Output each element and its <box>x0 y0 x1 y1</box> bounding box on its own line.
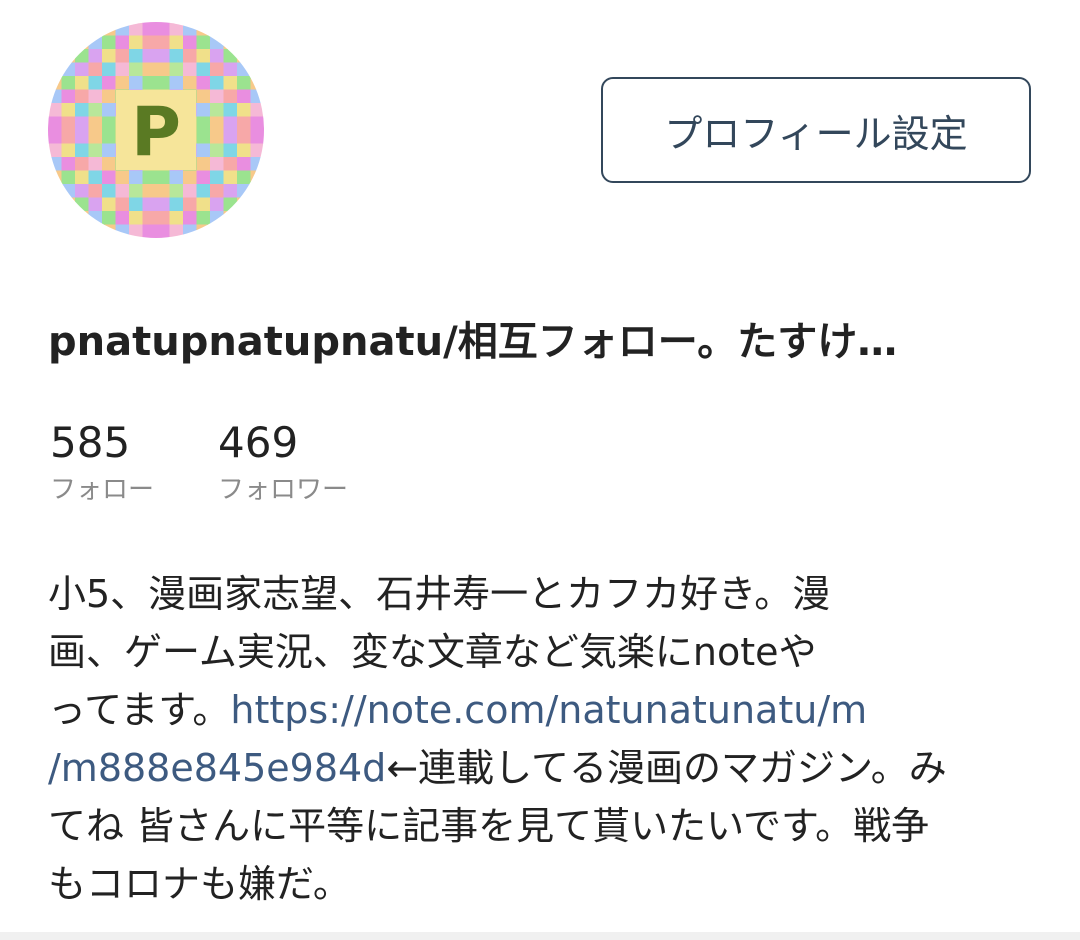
avatar-letter: P <box>131 93 181 172</box>
bio-line: てね 皆さんに平等に記事を見て貰いたいです。戦争 <box>48 804 930 848</box>
bio-line: /m888e845e984d←連載してる漫画のマガジン。み <box>48 739 1038 797</box>
bio-line: もコロナも嫌だ。 <box>48 862 351 906</box>
followers-stat[interactable]: 469 フォロワー <box>218 418 348 508</box>
following-stat[interactable]: 585 フォロー <box>50 418 154 508</box>
bio-text: ってます。 <box>48 688 231 732</box>
section-divider <box>0 932 1080 940</box>
profile-settings-button[interactable]: プロフィール設定 <box>601 77 1031 183</box>
profile-bio: 小5、漫画家志望、石井寿一とカフカ好き。漫 画、ゲーム実況、変な文章など気楽にn… <box>48 565 1038 913</box>
display-name: pnatupnatupnatu/相互フォロー。たすけ… <box>48 319 898 365</box>
avatar[interactable]: P <box>48 22 264 238</box>
followers-label: フォロワー <box>218 475 349 505</box>
bio-line: 画、ゲーム実況、変な文章など気楽にnoteや <box>48 630 817 674</box>
following-label: フォロー <box>50 475 155 505</box>
bio-text: ←連載してる漫画のマガジン。み <box>386 746 947 790</box>
following-count: 585 <box>50 418 131 467</box>
bio-line: ってます。https://note.com/natunatunatu/m <box>48 681 1038 739</box>
avatar-mosaic-image: P <box>48 22 264 238</box>
bio-line: 小5、漫画家志望、石井寿一とカフカ好き。漫 <box>48 572 831 616</box>
bio-link[interactable]: /m888e845e984d <box>48 746 386 790</box>
bio-link[interactable]: https://note.com/natunatunatu/m <box>230 688 867 732</box>
followers-count: 469 <box>218 418 299 467</box>
